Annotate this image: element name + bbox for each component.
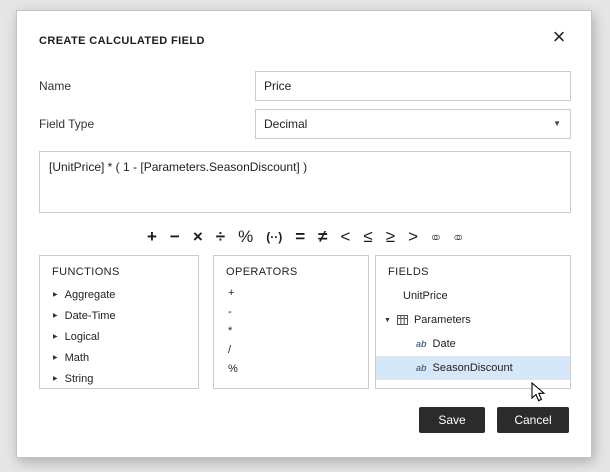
dialog-title: CREATE CALCULATED FIELD — [39, 35, 205, 47]
function-group-string[interactable]: ▶ String — [40, 368, 198, 388]
function-group-label: Logical — [64, 330, 100, 343]
percent-operator-icon[interactable]: % — [238, 224, 253, 250]
expanded-triangle-icon[interactable]: ▼ — [384, 317, 391, 324]
overlap-circles-operator-icon[interactable]: ○○ — [431, 224, 441, 250]
functions-panel: FUNCTIONS ▶ Aggregate ▶ Date-Time ▶ Logi… — [39, 255, 199, 389]
multiply-operator-icon[interactable]: × — [193, 224, 203, 250]
chevron-down-icon: ▼ — [553, 119, 561, 128]
function-group-label: Aggregate — [64, 288, 116, 301]
operator-list-item[interactable]: / — [214, 341, 368, 360]
create-calculated-field-dialog: CREATE CALCULATED FIELD × Name Field Typ… — [16, 10, 592, 458]
parentheses-operator-icon[interactable]: (··) — [266, 224, 282, 250]
function-group-date-time[interactable]: ▶ Date-Time — [40, 305, 198, 326]
operators-panel-header: OPERATORS — [226, 266, 298, 278]
cancel-button[interactable]: Cancel — [497, 407, 569, 433]
string-type-icon: ab — [416, 338, 427, 349]
function-group-aggregate[interactable]: ▶ Aggregate — [40, 284, 198, 305]
linked-circles-operator-icon[interactable]: ○○ — [454, 224, 464, 250]
operator-toolbar: + − × ÷ % (··) = ≠ < ≤ ≥ > ○○ ○○ — [17, 223, 593, 251]
less-than-operator-icon[interactable]: < — [340, 224, 350, 250]
not-equals-operator-icon[interactable]: ≠ — [318, 224, 327, 250]
greater-or-equal-operator-icon[interactable]: ≥ — [386, 224, 395, 250]
collapsed-triangle-icon: ▶ — [53, 375, 58, 382]
field-label: Date — [432, 338, 456, 350]
function-group-logical[interactable]: ▶ Logical — [40, 326, 198, 347]
functions-panel-header: FUNCTIONS — [52, 266, 120, 278]
expression-editor[interactable]: [UnitPrice] * ( 1 - [Parameters.SeasonDi… — [39, 151, 571, 213]
name-label: Name — [39, 79, 72, 93]
field-label: Parameters — [413, 314, 471, 326]
equals-operator-icon[interactable]: = — [295, 224, 305, 250]
field-item-unitprice[interactable]: UnitPrice — [376, 284, 570, 308]
field-label: UnitPrice — [403, 290, 448, 302]
string-type-icon: ab — [416, 362, 427, 373]
operator-list-item[interactable]: * — [214, 322, 368, 341]
collapsed-triangle-icon: ▶ — [53, 291, 58, 298]
plus-operator-icon[interactable]: + — [147, 224, 157, 250]
dialog-footer: Save Cancel — [419, 407, 569, 433]
less-or-equal-operator-icon[interactable]: ≤ — [363, 224, 372, 250]
function-group-label: String — [64, 372, 94, 385]
table-icon — [396, 315, 408, 325]
name-input[interactable] — [255, 71, 571, 101]
field-item-date[interactable]: ab Date — [376, 332, 570, 356]
page-background: { "dialog": { "title": "CREATE CALCULATE… — [0, 0, 610, 472]
function-group-math[interactable]: ▶ Math — [40, 347, 198, 368]
collapsed-triangle-icon: ▶ — [53, 333, 58, 340]
field-label: SeasonDiscount — [432, 362, 513, 374]
divide-operator-icon[interactable]: ÷ — [216, 224, 225, 250]
field-type-dropdown[interactable]: Decimal ▼ — [255, 109, 571, 139]
function-group-label: Math — [64, 351, 90, 364]
collapsed-triangle-icon: ▶ — [53, 354, 58, 361]
operator-list-item[interactable]: + — [214, 284, 368, 303]
fields-panel-header: FIELDS — [388, 266, 429, 278]
field-type-value: Decimal — [264, 117, 308, 131]
operator-list-item[interactable]: % — [214, 360, 368, 379]
save-button[interactable]: Save — [419, 407, 485, 433]
field-group-parameters[interactable]: ▼ Parameters — [376, 308, 570, 332]
function-group-label: Date-Time — [64, 309, 116, 322]
field-item-seasondiscount[interactable]: ab SeasonDiscount — [376, 356, 570, 380]
collapsed-triangle-icon: ▶ — [53, 312, 58, 319]
operators-panel: OPERATORS + - * / % — [213, 255, 369, 389]
close-icon[interactable]: × — [545, 23, 573, 51]
fields-panel: FIELDS UnitPrice ▼ Parameters ab Date ab… — [375, 255, 571, 389]
operator-list-item[interactable]: - — [214, 303, 368, 322]
greater-than-operator-icon[interactable]: > — [408, 224, 418, 250]
field-type-label: Field Type — [39, 117, 95, 131]
minus-operator-icon[interactable]: − — [170, 224, 180, 250]
